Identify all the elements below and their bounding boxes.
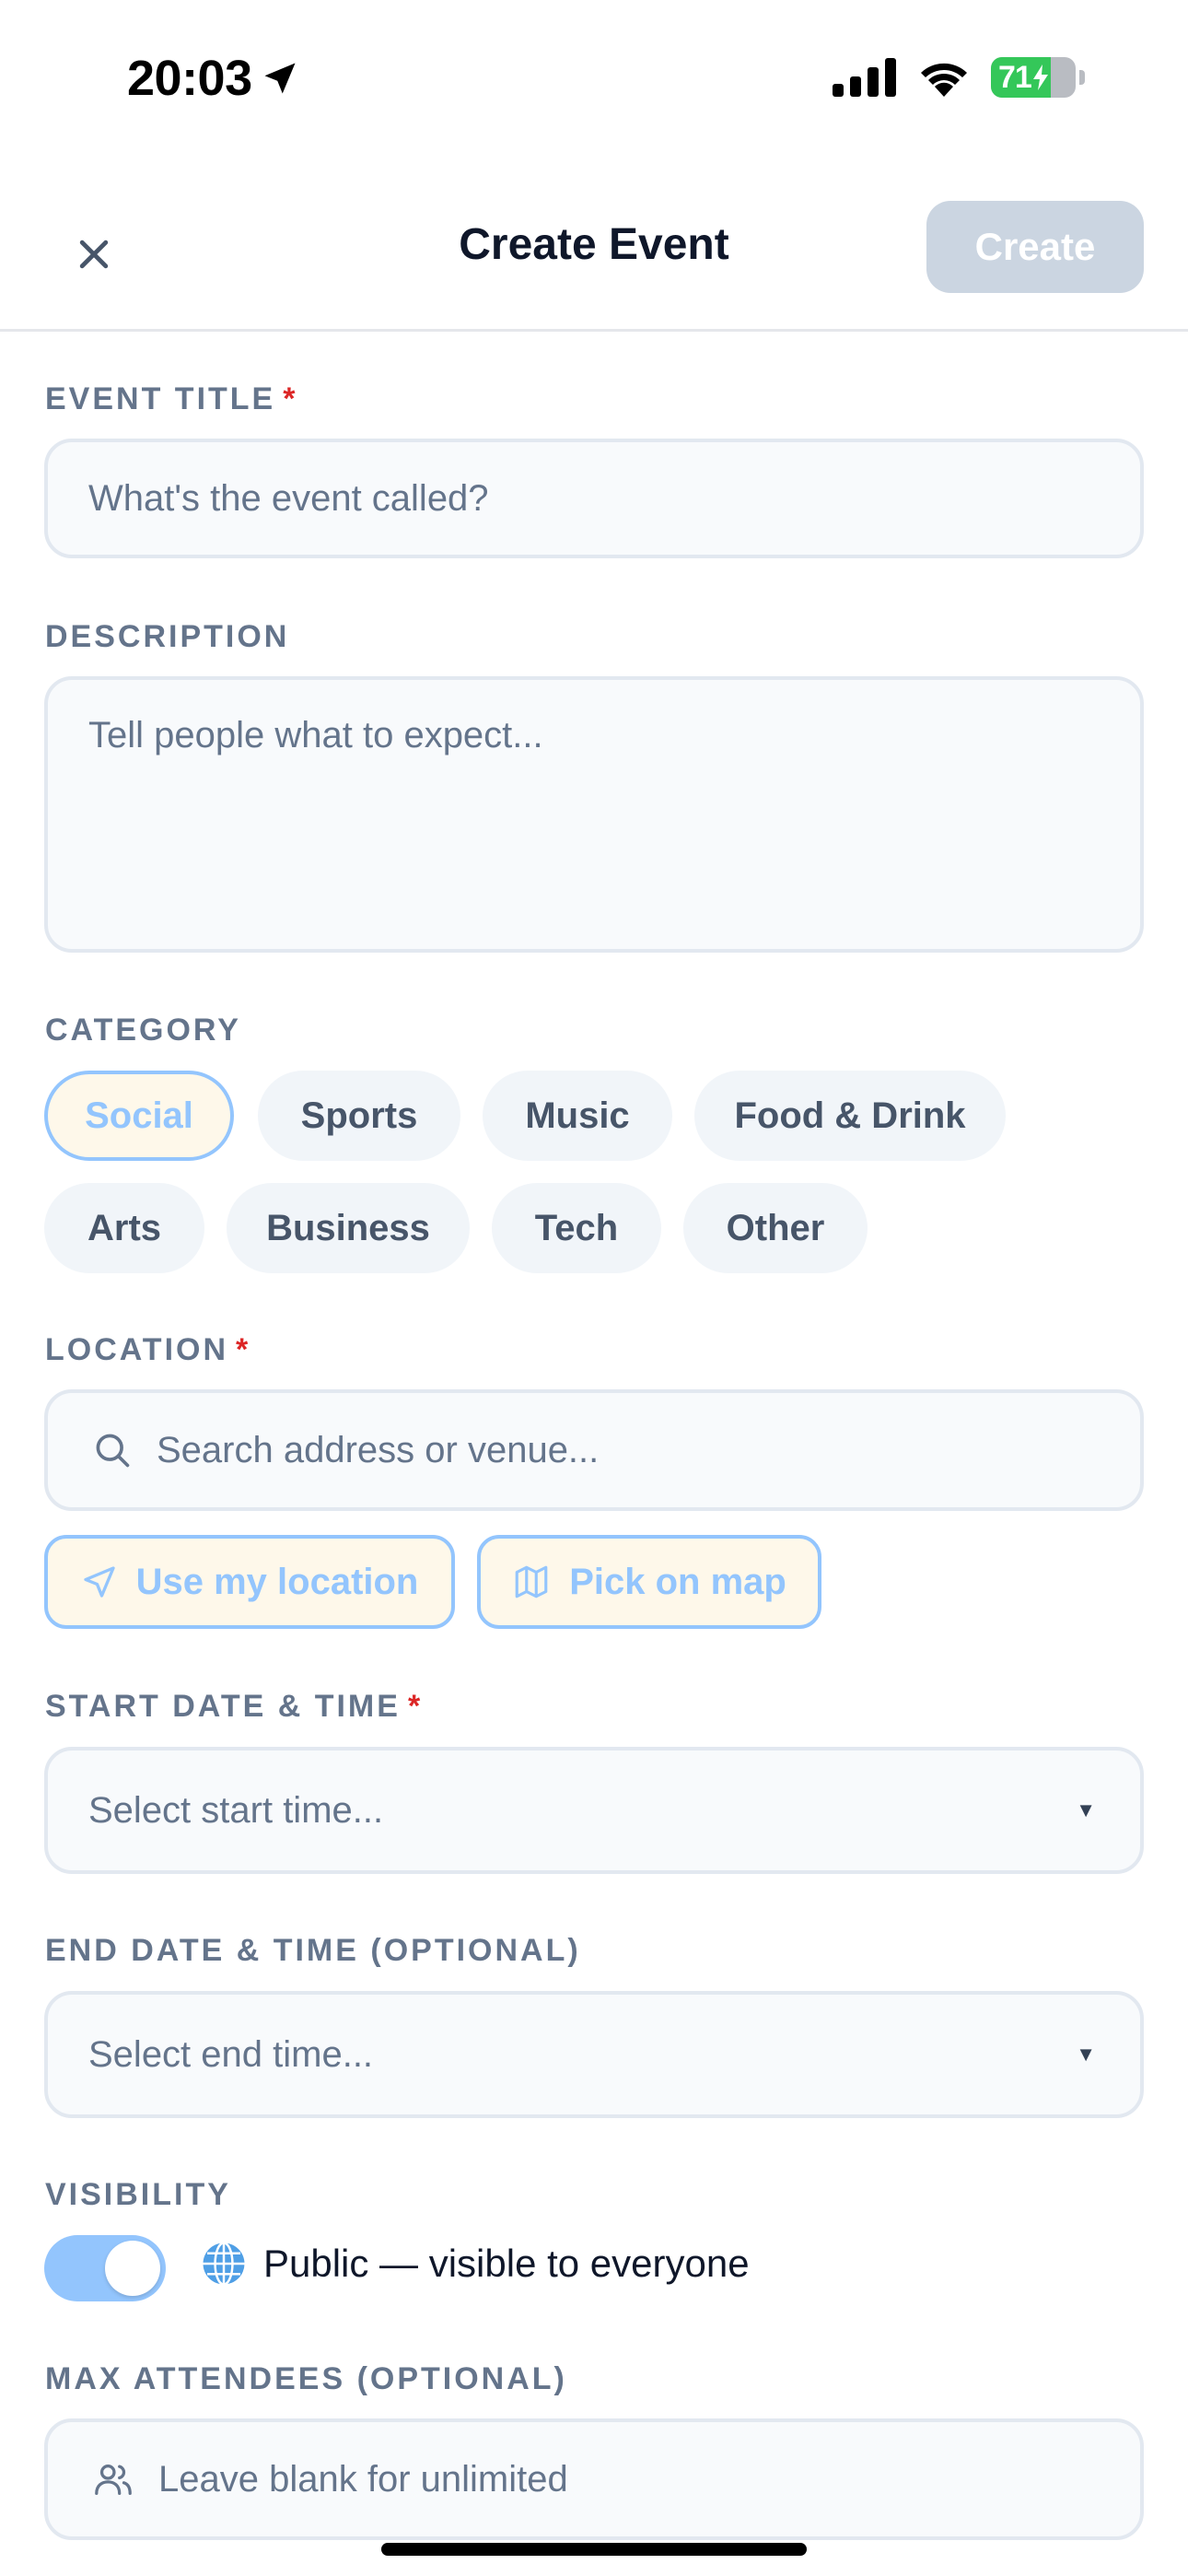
cellular-signal-icon	[833, 58, 896, 97]
description-label: DESCRIPTION	[45, 619, 290, 654]
pick-on-map-button[interactable]: Pick on map	[477, 1535, 821, 1629]
status-bar: 20:03 71	[0, 0, 1188, 166]
location-label: LOCATION *	[45, 1332, 251, 1367]
battery-cap	[1079, 70, 1085, 85]
location-placeholder: Search address or venue...	[157, 1429, 600, 1470]
start-datetime-placeholder: Select start time...	[88, 1789, 384, 1831]
description-textarea[interactable]: Tell people what to expect...	[44, 676, 1144, 953]
globe-icon	[203, 2242, 245, 2286]
status-time: 20:03	[127, 50, 300, 107]
users-icon	[92, 2458, 134, 2500]
toggle-knob	[105, 2241, 160, 2296]
visibility-description: Public — visible to everyone	[199, 2239, 750, 2289]
category-chip-social[interactable]: Social	[44, 1071, 234, 1161]
category-chip-food-drink[interactable]: Food & Drink	[694, 1071, 1006, 1161]
visibility-text: Public — visible to everyone	[263, 2242, 750, 2285]
use-my-location-button[interactable]: Use my location	[44, 1535, 455, 1629]
max-attendees-input[interactable]: Leave blank for unlimited	[44, 2418, 1144, 2540]
visibility-label: VISIBILITY	[45, 2177, 231, 2212]
category-label: CATEGORY	[45, 1013, 241, 1048]
home-indicator	[381, 2543, 807, 2556]
end-datetime-placeholder: Select end time...	[88, 2033, 374, 2075]
navigation-arrow-icon	[83, 1566, 115, 1598]
max-attendees-label: MAX ATTENDEES (OPTIONAL)	[45, 2361, 567, 2396]
required-mark: *	[236, 1332, 251, 1367]
event-title-placeholder: What's the event called?	[88, 477, 489, 519]
dropdown-caret-icon: ▼	[1076, 1798, 1096, 1821]
category-chip-sports[interactable]: Sports	[258, 1071, 460, 1161]
end-datetime-select[interactable]: Select end time... ▼	[44, 1991, 1144, 2118]
dropdown-caret-icon: ▼	[1076, 2043, 1096, 2066]
clock: 20:03	[127, 51, 252, 106]
battery-icon: 71	[991, 57, 1076, 98]
required-mark: *	[283, 381, 298, 416]
location-search-input[interactable]: Search address or venue...	[44, 1389, 1144, 1511]
battery-percent: 71	[998, 59, 1032, 95]
max-attendees-placeholder: Leave blank for unlimited	[158, 2458, 568, 2500]
start-datetime-label: START DATE & TIME *	[45, 1689, 424, 1724]
search-icon	[92, 1430, 133, 1470]
wifi-icon	[921, 63, 967, 97]
event-title-input[interactable]: What's the event called?	[44, 439, 1144, 558]
create-button[interactable]: Create	[926, 201, 1144, 293]
category-chip-music[interactable]: Music	[483, 1071, 672, 1161]
event-title-label: EVENT TITLE *	[45, 381, 298, 416]
required-mark: *	[407, 1689, 424, 1724]
status-indicators: 71	[833, 57, 1085, 98]
description-placeholder: Tell people what to expect...	[88, 715, 543, 755]
use-my-location-label: Use my location	[135, 1561, 419, 1602]
end-datetime-label: END DATE & TIME (OPTIONAL)	[45, 1933, 581, 1968]
location-services-icon	[264, 63, 296, 94]
category-chip-arts[interactable]: Arts	[44, 1183, 204, 1273]
map-icon	[515, 1565, 548, 1598]
category-chip-other[interactable]: Other	[683, 1183, 868, 1273]
category-chip-tech[interactable]: Tech	[492, 1183, 661, 1273]
category-chip-business[interactable]: Business	[227, 1183, 470, 1273]
start-datetime-select[interactable]: Select start time... ▼	[44, 1747, 1144, 1874]
pick-on-map-label: Pick on map	[569, 1561, 786, 1602]
charging-bolt-icon	[1032, 64, 1048, 90]
nav-header: Create Event Create	[0, 184, 1188, 332]
visibility-toggle[interactable]	[44, 2235, 166, 2301]
